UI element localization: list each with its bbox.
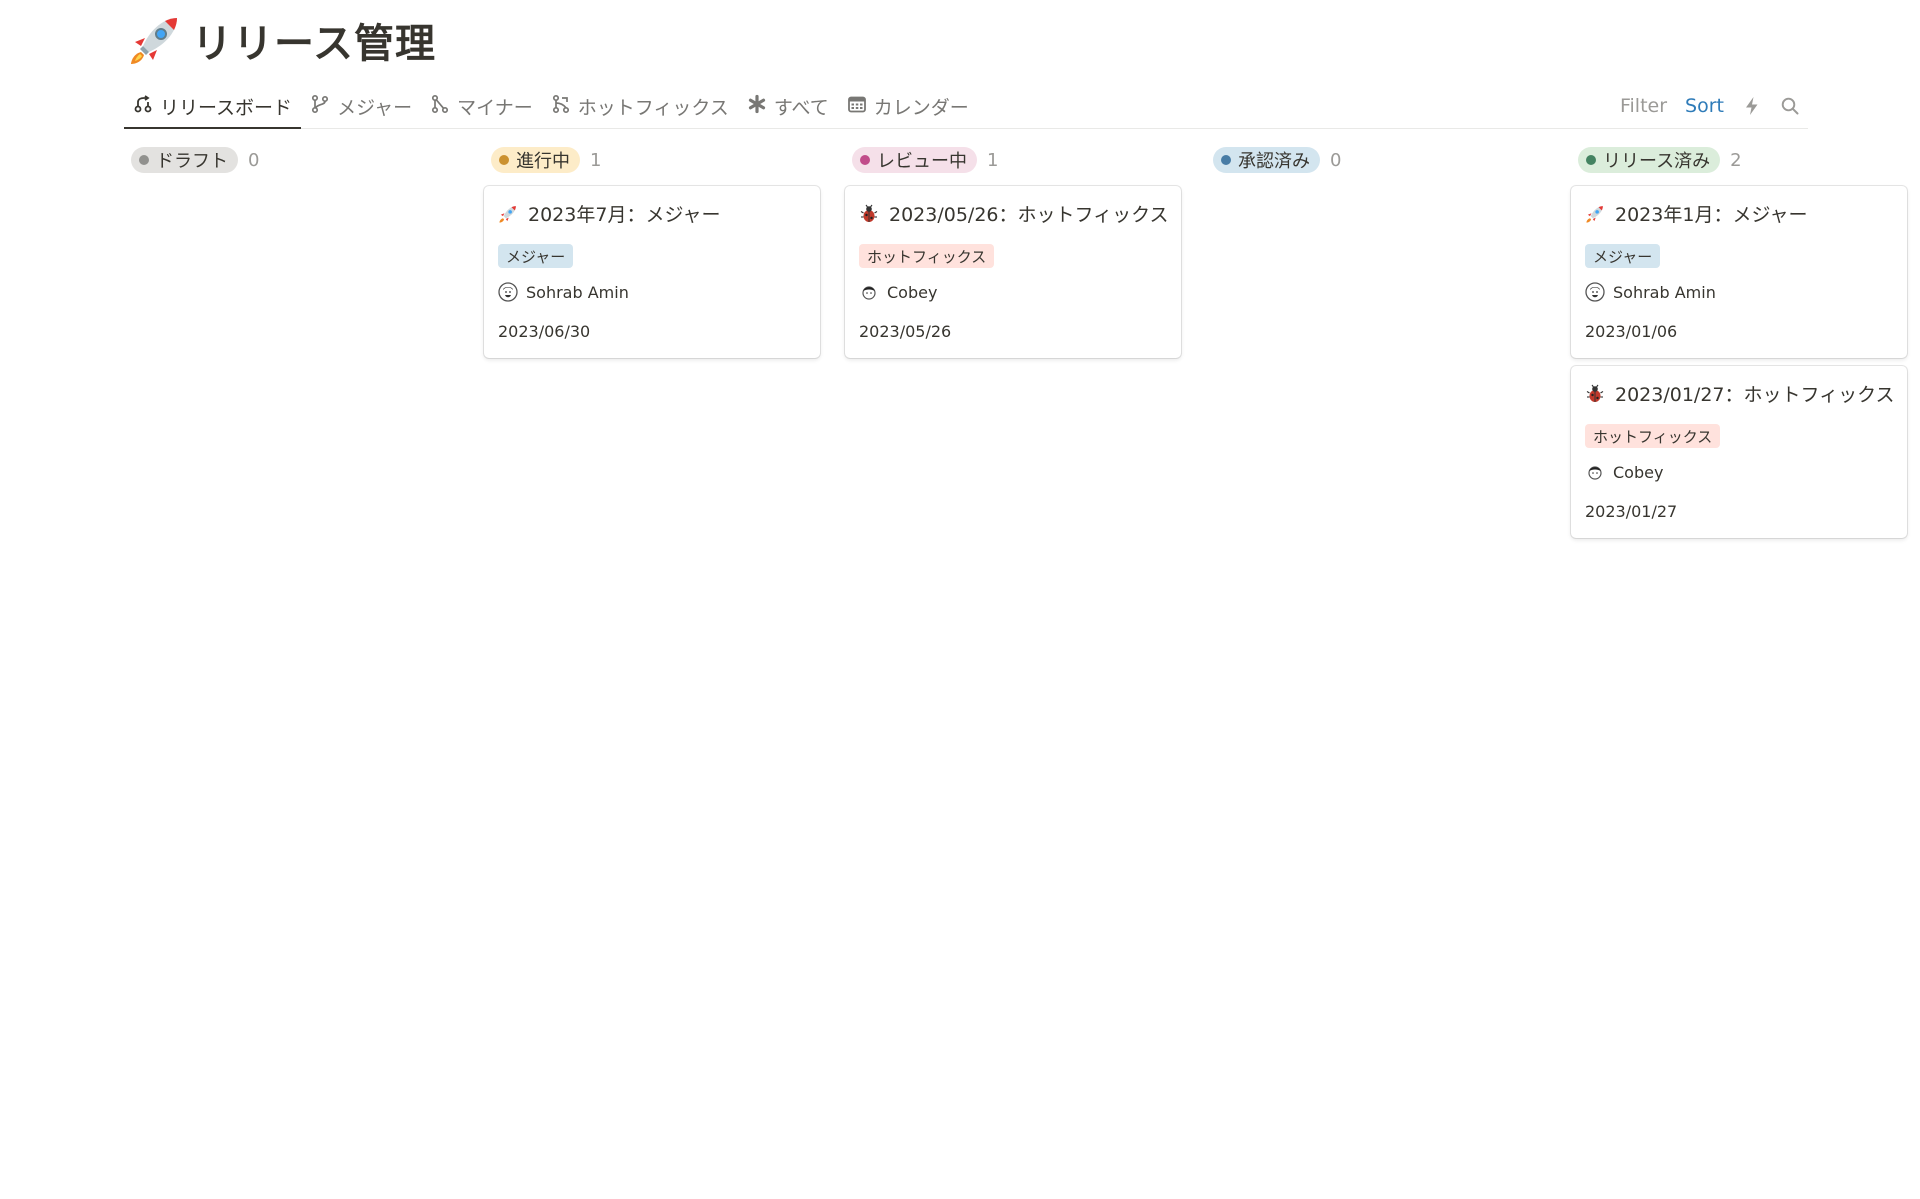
release-card[interactable]: 2023年7月：メジャー メジャー Sohrab Amin 2023/06/30 bbox=[484, 186, 820, 358]
search-icon[interactable] bbox=[1780, 96, 1800, 116]
column-count: 1 bbox=[590, 149, 602, 171]
bug-icon bbox=[1585, 384, 1605, 404]
release-card[interactable]: 2023/01/27：ホットフィックス ホットフィックス Cobey 2023/… bbox=[1571, 366, 1907, 538]
avatar bbox=[1585, 282, 1605, 302]
bug-icon bbox=[859, 204, 879, 224]
filter-button[interactable]: Filter bbox=[1620, 95, 1667, 117]
board-column-draft: ドラフト 0 bbox=[124, 146, 460, 174]
column-count: 2 bbox=[1730, 149, 1742, 171]
column-count: 0 bbox=[248, 149, 260, 171]
rocket-icon bbox=[1585, 204, 1605, 224]
release-card[interactable]: 2023/05/26：ホットフィックス ホットフィックス Cobey 2023/… bbox=[845, 186, 1181, 358]
assignee: Sohrab Amin bbox=[1585, 282, 1716, 302]
status-dot bbox=[1586, 155, 1596, 165]
status-label: リリース済み bbox=[1603, 151, 1711, 172]
card-title-text: 2023年7月：メジャー bbox=[528, 204, 721, 226]
tab-hotfix[interactable]: ホットフィックス bbox=[542, 84, 738, 128]
page-title: リリース管理 bbox=[192, 21, 436, 67]
assignee-name: Sohrab Amin bbox=[526, 282, 629, 302]
asterisk-icon bbox=[747, 94, 767, 119]
calendar-icon bbox=[847, 94, 867, 119]
status-badge[interactable]: レビュー中 bbox=[852, 147, 977, 173]
tab-label: リリースボード bbox=[160, 96, 293, 119]
card-title-text: 2023/05/26：ホットフィックス bbox=[889, 204, 1169, 226]
tab-label: カレンダー bbox=[873, 96, 969, 119]
status-badge[interactable]: 承認済み bbox=[1213, 147, 1320, 173]
column-header: リリース済み 2 bbox=[1571, 146, 1907, 174]
tab-label: すべて bbox=[773, 96, 829, 119]
card-title: 2023/05/26：ホットフィックス bbox=[859, 200, 1169, 227]
card-title: 2023/01/27：ホットフィックス bbox=[1585, 380, 1895, 407]
release-date: 2023/05/26 bbox=[859, 322, 952, 341]
release-date: 2023/06/30 bbox=[498, 322, 591, 341]
avatar bbox=[498, 282, 518, 302]
status-label: 進行中 bbox=[516, 151, 570, 172]
status-badge[interactable]: リリース済み bbox=[1578, 147, 1721, 173]
avatar bbox=[859, 282, 879, 302]
tab-label: マイナー bbox=[457, 96, 533, 119]
view-tabs-bar: リリースボード メジャー マイナー ホットフィックス すべて カレンダー Fil… bbox=[124, 84, 1808, 129]
tab-major[interactable]: メジャー bbox=[301, 84, 421, 128]
branch-icon bbox=[310, 94, 330, 119]
sort-button[interactable]: Sort bbox=[1685, 95, 1724, 117]
merge-icon bbox=[551, 94, 571, 119]
tab-release-board[interactable]: リリースボード bbox=[124, 84, 302, 129]
board-icon bbox=[133, 94, 153, 119]
status-dot bbox=[499, 155, 509, 165]
view-toolbar: Filter Sort bbox=[1620, 84, 1800, 128]
release-type-tag: メジャー bbox=[1585, 244, 1661, 268]
tab-all[interactable]: すべて bbox=[738, 84, 838, 128]
assignee-name: Sohrab Amin bbox=[1613, 282, 1716, 302]
column-header: レビュー中 1 bbox=[845, 146, 1181, 174]
status-label: レビュー中 bbox=[877, 151, 967, 172]
assignee: Cobey bbox=[859, 282, 937, 302]
status-label: 承認済み bbox=[1238, 151, 1310, 172]
board-column-in-progress: 進行中 1 2023年7月：メジャー メジャー Sohrab Amin 2023… bbox=[484, 146, 820, 358]
tab-calendar[interactable]: カレンダー bbox=[838, 84, 978, 128]
tab-minor[interactable]: マイナー bbox=[421, 84, 542, 128]
release-management-page: リリース管理 リリースボード メジャー マイナー ホットフィックス すべて カレ… bbox=[0, 0, 1920, 1199]
card-title: 2023年7月：メジャー bbox=[498, 200, 721, 227]
release-type-tag: メジャー bbox=[498, 244, 574, 268]
board-column-approved: 承認済み 0 bbox=[1206, 146, 1542, 174]
view-tabs: リリースボード メジャー マイナー ホットフィックス すべて カレンダー bbox=[124, 84, 978, 129]
release-type-tag: ホットフィックス bbox=[1585, 424, 1721, 448]
column-count: 1 bbox=[987, 149, 999, 171]
status-dot bbox=[139, 155, 149, 165]
card-title-text: 2023年1月：メジャー bbox=[1615, 204, 1808, 226]
tab-label: メジャー bbox=[337, 96, 413, 119]
board-column-released: リリース済み 2 2023年1月：メジャー メジャー Sohrab Amin 2… bbox=[1571, 146, 1907, 538]
release-type-tag: ホットフィックス bbox=[859, 244, 995, 268]
status-badge[interactable]: 進行中 bbox=[491, 147, 580, 173]
assignee-name: Cobey bbox=[1613, 462, 1664, 482]
board-column-in-review: レビュー中 1 2023/05/26：ホットフィックス ホットフィックス Cob… bbox=[845, 146, 1181, 358]
rocket-icon bbox=[498, 204, 518, 224]
column-header: ドラフト 0 bbox=[124, 146, 460, 174]
rocket-icon[interactable] bbox=[126, 11, 184, 69]
status-dot bbox=[1221, 155, 1231, 165]
release-card[interactable]: 2023年1月：メジャー メジャー Sohrab Amin 2023/01/06 bbox=[1571, 186, 1907, 358]
assignee: Sohrab Amin bbox=[498, 282, 629, 302]
minor-branch-icon bbox=[430, 94, 450, 119]
page-header: リリース管理 bbox=[126, 10, 436, 70]
assignee-name: Cobey bbox=[887, 282, 938, 302]
tab-label: ホットフィックス bbox=[577, 96, 729, 119]
avatar bbox=[1585, 462, 1605, 482]
lightning-icon[interactable] bbox=[1742, 96, 1762, 116]
assignee: Cobey bbox=[1585, 462, 1663, 482]
column-header: 進行中 1 bbox=[484, 146, 820, 174]
status-label: ドラフト bbox=[156, 151, 228, 172]
release-date: 2023/01/27 bbox=[1585, 502, 1678, 521]
status-badge[interactable]: ドラフト bbox=[131, 147, 238, 173]
status-dot bbox=[860, 155, 870, 165]
column-count: 0 bbox=[1330, 149, 1342, 171]
card-title-text: 2023/01/27：ホットフィックス bbox=[1615, 384, 1895, 406]
release-date: 2023/01/06 bbox=[1585, 322, 1678, 341]
column-header: 承認済み 0 bbox=[1206, 146, 1542, 174]
card-title: 2023年1月：メジャー bbox=[1585, 200, 1808, 227]
